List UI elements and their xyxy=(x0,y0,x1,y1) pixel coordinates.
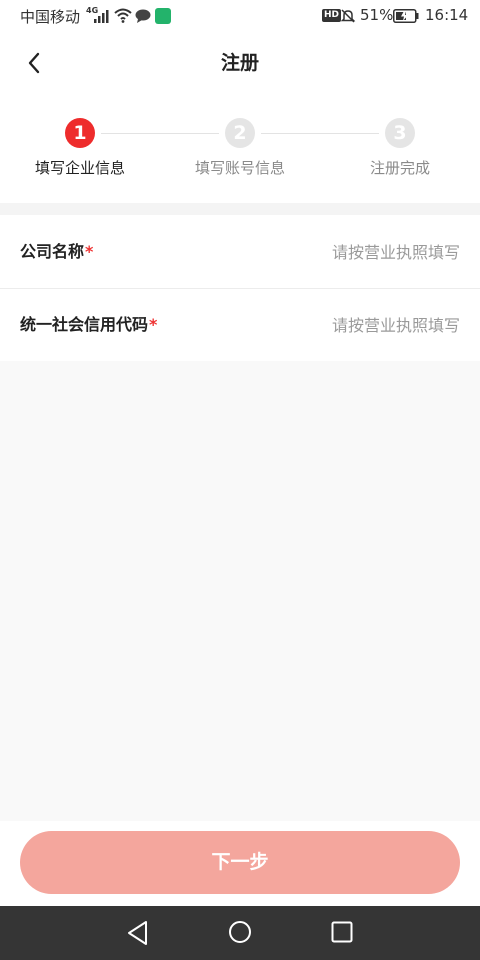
step-1-indicator: 1 xyxy=(65,118,95,148)
credit-code-row: 统一社会信用代码* xyxy=(0,289,480,362)
battery-percent: 51% xyxy=(360,6,394,24)
nav-recent-apps-icon[interactable] xyxy=(331,921,353,943)
company-name-row: 公司名称* xyxy=(0,216,480,289)
step-3-indicator: 3 xyxy=(385,118,415,148)
next-step-button[interactable]: 下一步 xyxy=(20,831,460,894)
required-mark: * xyxy=(85,242,94,261)
company-name-label: 公司名称* xyxy=(20,216,93,288)
battery-icon xyxy=(393,9,419,23)
credit-code-label-text: 统一社会信用代码 xyxy=(20,315,149,334)
chevron-left-icon xyxy=(28,52,40,74)
page-title: 注册 xyxy=(220,52,259,74)
step-connector xyxy=(261,133,379,134)
credit-code-label: 统一社会信用代码* xyxy=(20,289,157,361)
step-2-label: 填写账号信息 xyxy=(194,159,285,177)
nav-back-icon[interactable] xyxy=(126,920,150,946)
nav-home-icon[interactable] xyxy=(228,920,252,944)
company-name-input[interactable] xyxy=(230,234,460,270)
credit-code-input[interactable] xyxy=(230,307,460,343)
step-connector xyxy=(101,133,219,134)
company-name-label-text: 公司名称 xyxy=(20,242,85,261)
carrier-label: 中国移动 xyxy=(20,8,81,26)
required-mark: * xyxy=(149,315,158,334)
step-2-indicator: 2 xyxy=(225,118,255,148)
step-1-label: 填写企业信息 xyxy=(34,159,125,177)
wifi-icon xyxy=(114,8,132,23)
app-notification-icon xyxy=(155,8,171,24)
bell-muted-icon xyxy=(340,9,356,23)
back-button[interactable] xyxy=(18,48,50,78)
section-divider xyxy=(0,203,480,215)
step-3-label: 注册完成 xyxy=(369,159,430,177)
content-area xyxy=(0,361,480,821)
signal-icon xyxy=(94,10,109,23)
hd-badge: HD xyxy=(322,9,342,22)
message-icon xyxy=(135,9,151,23)
status-bar: 中国移动 4G HD 51% 16:14 xyxy=(0,0,480,32)
clock: 16:14 xyxy=(425,6,469,24)
